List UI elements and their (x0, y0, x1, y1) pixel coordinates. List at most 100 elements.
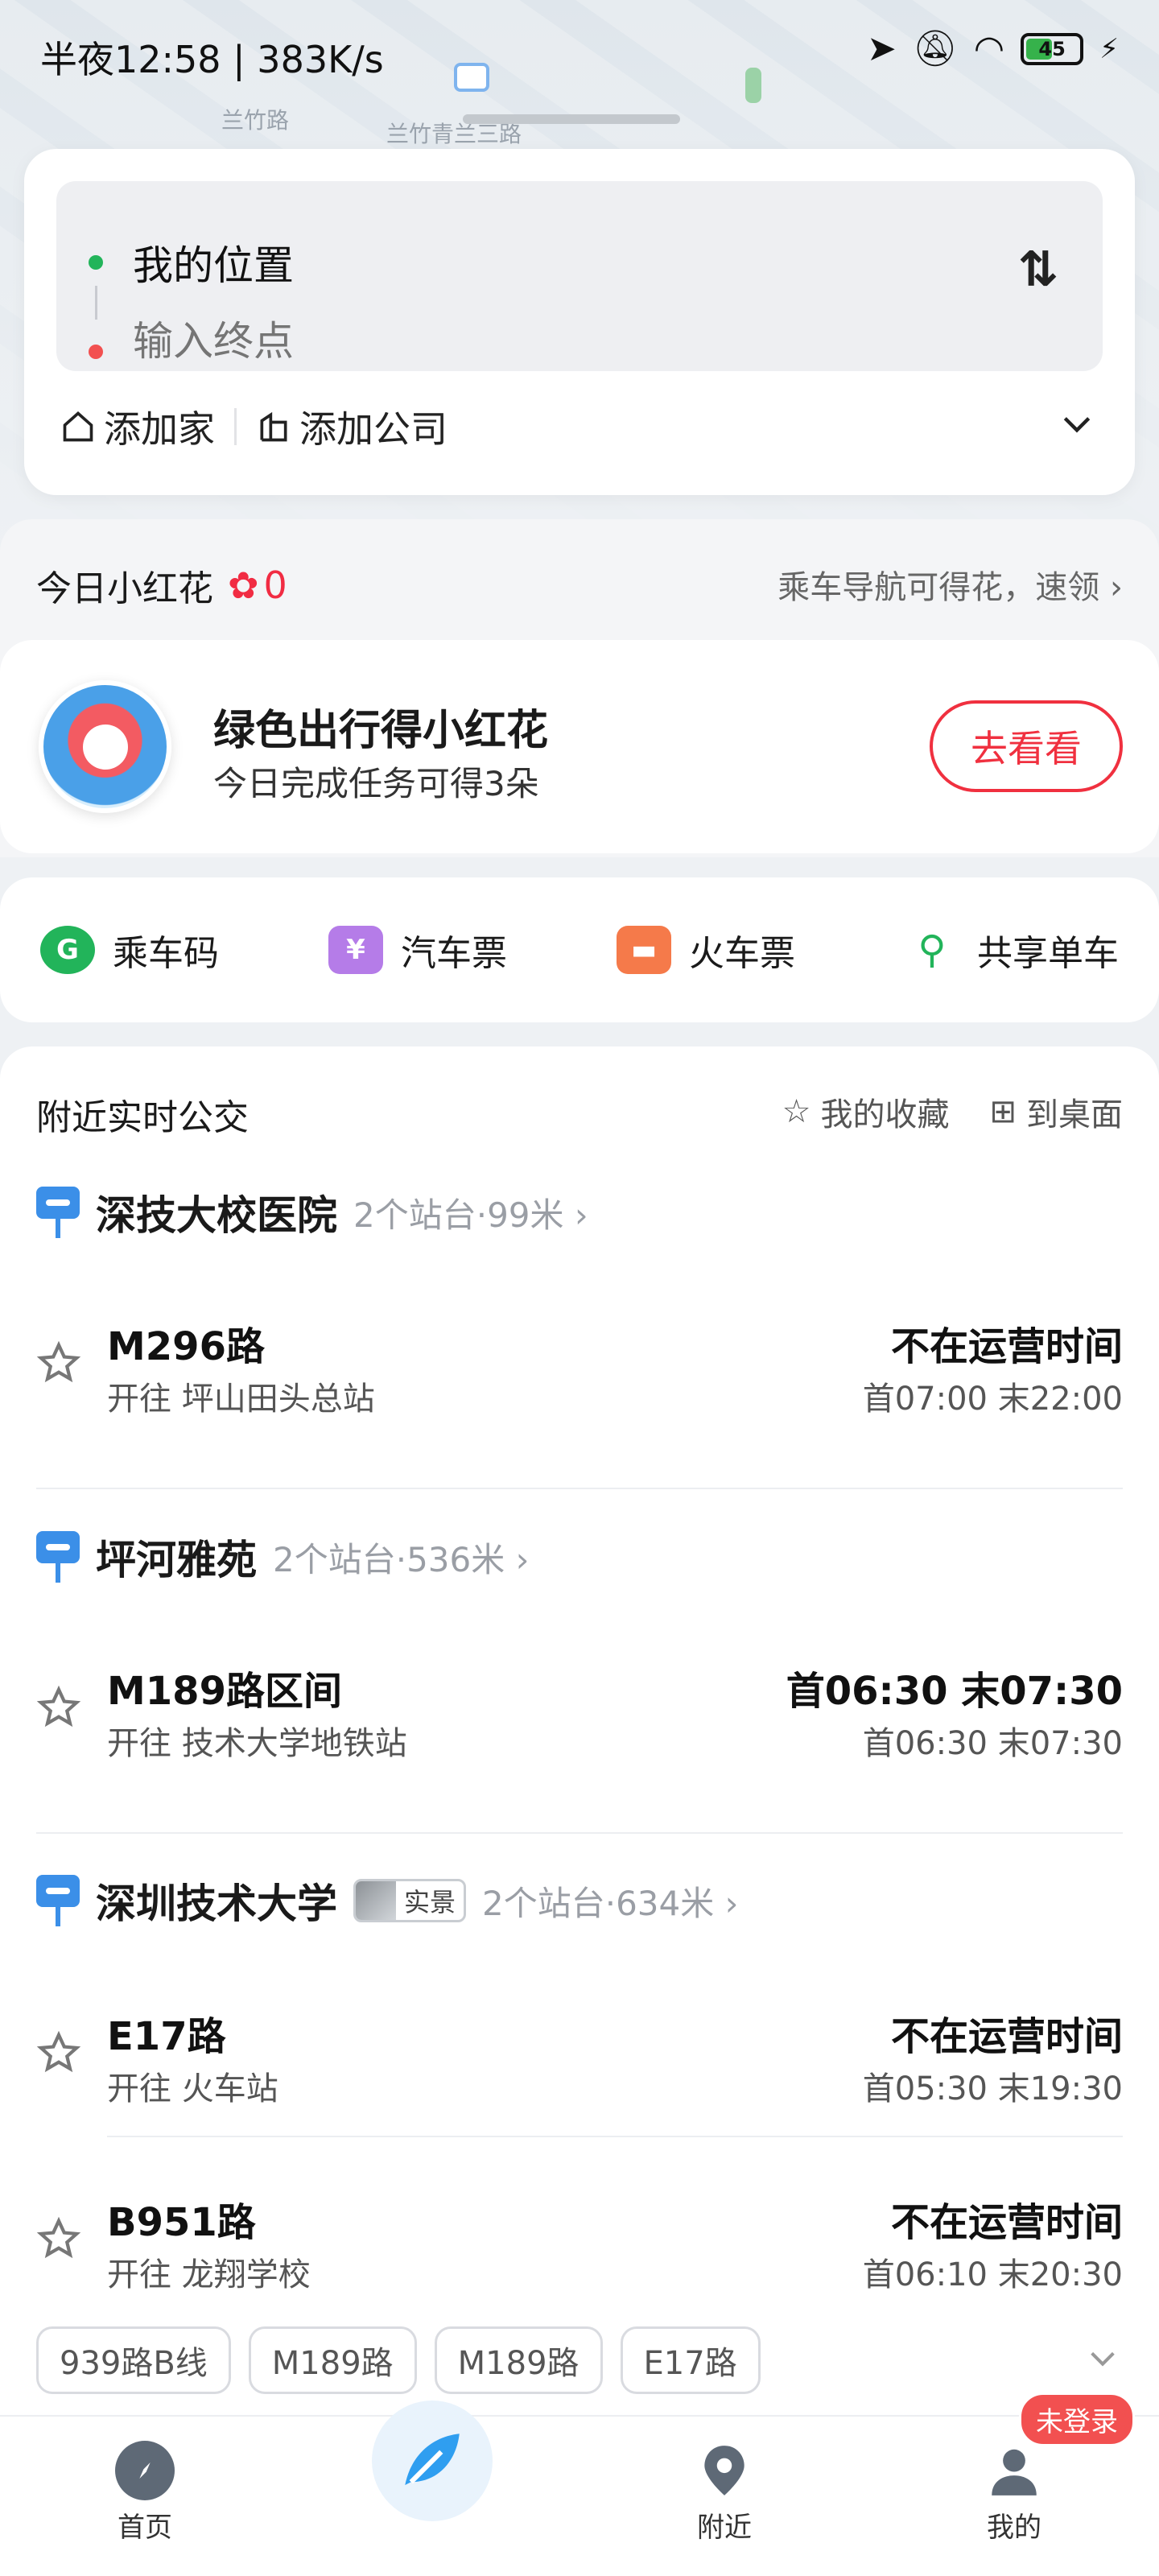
route-connector (95, 286, 97, 320)
nav-mine[interactable]: 我的 (950, 2441, 1079, 2545)
divider (234, 408, 237, 445)
favorite-star-icon[interactable] (36, 1685, 81, 1730)
route-status: 首06:30 末07:30 (786, 1669, 1123, 1714)
live-view-thumbnail (356, 1881, 396, 1920)
route-status: 不在运营时间 (890, 1324, 1123, 1369)
wifi-icon: ◠ (973, 28, 1005, 69)
nav-nearby-label: 附近 (697, 2512, 752, 2544)
star-outline-icon: ☆ (782, 1093, 811, 1130)
divider (107, 2136, 1123, 2137)
battery-icon: 45 (1021, 33, 1084, 65)
flower-title: 今日小红花 (36, 568, 213, 609)
favorite-star-icon[interactable] (36, 2216, 81, 2261)
station-header[interactable]: 深圳技术大学 实景 2个站台·634米 › (36, 1872, 738, 1930)
bike-icon: ⚲ (918, 927, 947, 972)
ride-code-icon: G (40, 926, 95, 974)
user-icon (992, 2449, 1037, 2496)
nav-home-label: 首页 (118, 2512, 172, 2544)
favorite-star-icon[interactable] (36, 1340, 81, 1385)
chevron-right-icon: › (1099, 569, 1123, 606)
route-row[interactable]: M189路区间 开往 技术大学地铁站 首06:30 末07:30 首06:30 … (0, 1637, 1159, 1765)
flower-count: ✿ 0 (228, 564, 287, 607)
route-tag[interactable]: E17路 (620, 2326, 761, 2394)
charging-icon: ⚡ (1099, 33, 1119, 65)
go-see-button[interactable]: 去看看 (930, 700, 1123, 792)
compass-icon (115, 2441, 175, 2500)
service-train-ticket[interactable]: ▬ 火车票 (617, 924, 795, 976)
route-time: 首07:00 末22:00 (862, 1381, 1123, 1418)
station-meta: 2个站台·536米 › (273, 1539, 530, 1579)
nav-mine-label: 我的 (987, 2512, 1041, 2544)
route-name: E17路 (107, 2014, 226, 2059)
service-label: 汽车票 (401, 933, 507, 974)
route-tag[interactable]: M189路 (248, 2326, 417, 2394)
route-row[interactable]: E17路 开往 火车站 不在运营时间 首05:30 末19:30 (0, 1982, 1159, 2111)
flower-section: 今日小红花 ✿ 0 乘车导航可得花，速领 › 绿色出行得小红花 今日完成任务可得… (0, 519, 1159, 857)
expand-chevron-icon[interactable] (1059, 407, 1095, 442)
pull-handle[interactable] (463, 114, 680, 124)
nearby-bus-title: 附近实时公交 (36, 1097, 249, 1138)
service-label: 火车票 (689, 933, 795, 974)
favorites-button[interactable]: ☆ 我的收藏 (782, 1088, 950, 1135)
expand-tags-chevron-icon[interactable] (1087, 2343, 1119, 2375)
train-ticket-icon: ▬ (617, 926, 671, 974)
favorite-star-icon[interactable] (36, 2030, 81, 2075)
nav-home[interactable]: 首页 (80, 2441, 209, 2545)
flower-mascot-avatar (39, 680, 171, 813)
route-inputs: 我的位置 ⇅ (56, 181, 1103, 371)
flower-card[interactable]: 绿色出行得小红花 今日完成任务可得3朵 去看看 (0, 640, 1159, 853)
service-shared-bike[interactable]: ⚲ 共享单车 (905, 924, 1119, 976)
bottom-nav: 首页 附近 我的 未登录 (0, 2392, 1159, 2576)
station-header[interactable]: 坪河雅苑 2个站台·536米 › (36, 1528, 529, 1586)
route-name: M296路 (107, 1324, 265, 1369)
route-destination: 开往 火车站 (107, 2070, 278, 2107)
origin-dot-icon (89, 255, 103, 270)
login-status-badge[interactable]: 未登录 (1019, 2392, 1135, 2446)
bus-stop-icon (36, 1875, 80, 1926)
home-icon (63, 411, 93, 442)
station-name: 深圳技术大学 (96, 1880, 337, 1927)
station-meta: 2个站台·634米 › (482, 1883, 739, 1923)
map-label: 兰竹路 (221, 107, 290, 134)
flower-header: 今日小红花 ✿ 0 (36, 559, 287, 611)
route-time: 首05:30 末19:30 (862, 2070, 1123, 2107)
route-tags: 939路B线 M189路 M189路 E17路 (36, 2326, 761, 2394)
swap-direction-button[interactable]: ⇅ (1018, 242, 1058, 298)
add-to-desktop-button[interactable]: ⊞ 到桌面 (989, 1088, 1123, 1135)
flower-card-subtitle: 今日完成任务可得3朵 (213, 764, 539, 803)
bus-stop-icon (36, 1531, 80, 1583)
route-name: B951路 (107, 2200, 256, 2245)
location-arrow-icon: ➤ (866, 28, 897, 69)
add-home-button[interactable]: 添加家 (60, 400, 215, 453)
route-row[interactable]: M296路 开往 坪山田头总站 不在运营时间 首07:00 末22:00 (0, 1292, 1159, 1421)
service-label: 共享单车 (977, 933, 1119, 974)
divider (36, 1832, 1123, 1834)
route-tag[interactable]: 939路B线 (36, 2326, 231, 2394)
building-icon (260, 411, 287, 442)
add-square-icon: ⊞ (989, 1093, 1017, 1130)
route-row[interactable]: B951路 开往 龙翔学校 不在运营时间 首06:10 末20:30 (0, 2168, 1159, 2297)
bell-muted-icon: 🔕︎ (912, 28, 958, 69)
bus-stop-icon (36, 1187, 80, 1238)
station-name: 坪河雅苑 (96, 1537, 257, 1583)
route-tag[interactable]: M189路 (434, 2326, 603, 2394)
flower-link[interactable]: 乘车导航可得花，速领 › (777, 561, 1123, 608)
station-name: 深技大校医院 (96, 1192, 337, 1239)
service-ride-code[interactable]: G 乘车码 (40, 924, 219, 976)
service-bus-ticket[interactable]: ¥ 汽车票 (328, 924, 507, 976)
services-row: G 乘车码 ¥ 汽车票 ▬ 火车票 ⚲ 共享单车 (0, 877, 1159, 1022)
route-name: M189路区间 (107, 1669, 342, 1714)
battery-level: 45 (1038, 38, 1066, 60)
center-action-button[interactable] (372, 2401, 493, 2521)
service-label: 乘车码 (113, 933, 219, 974)
live-view-badge[interactable]: 实景 (353, 1879, 467, 1922)
station-header[interactable]: 深技大校医院 2个站台·99米 › (36, 1183, 588, 1241)
route-status: 不在运营时间 (890, 2014, 1123, 2059)
nav-nearby[interactable]: 附近 (660, 2441, 789, 2545)
route-card: 我的位置 ⇅ 添加家 添加公司 (24, 149, 1135, 495)
route-time: 首06:30 末07:30 (862, 1725, 1123, 1762)
origin-field[interactable]: 我的位置 (133, 233, 294, 291)
destination-input[interactable] (133, 318, 938, 365)
bus-actions: ☆ 我的收藏 ⊞ 到桌面 (782, 1088, 1123, 1135)
add-company-button[interactable]: 添加公司 (256, 400, 448, 453)
